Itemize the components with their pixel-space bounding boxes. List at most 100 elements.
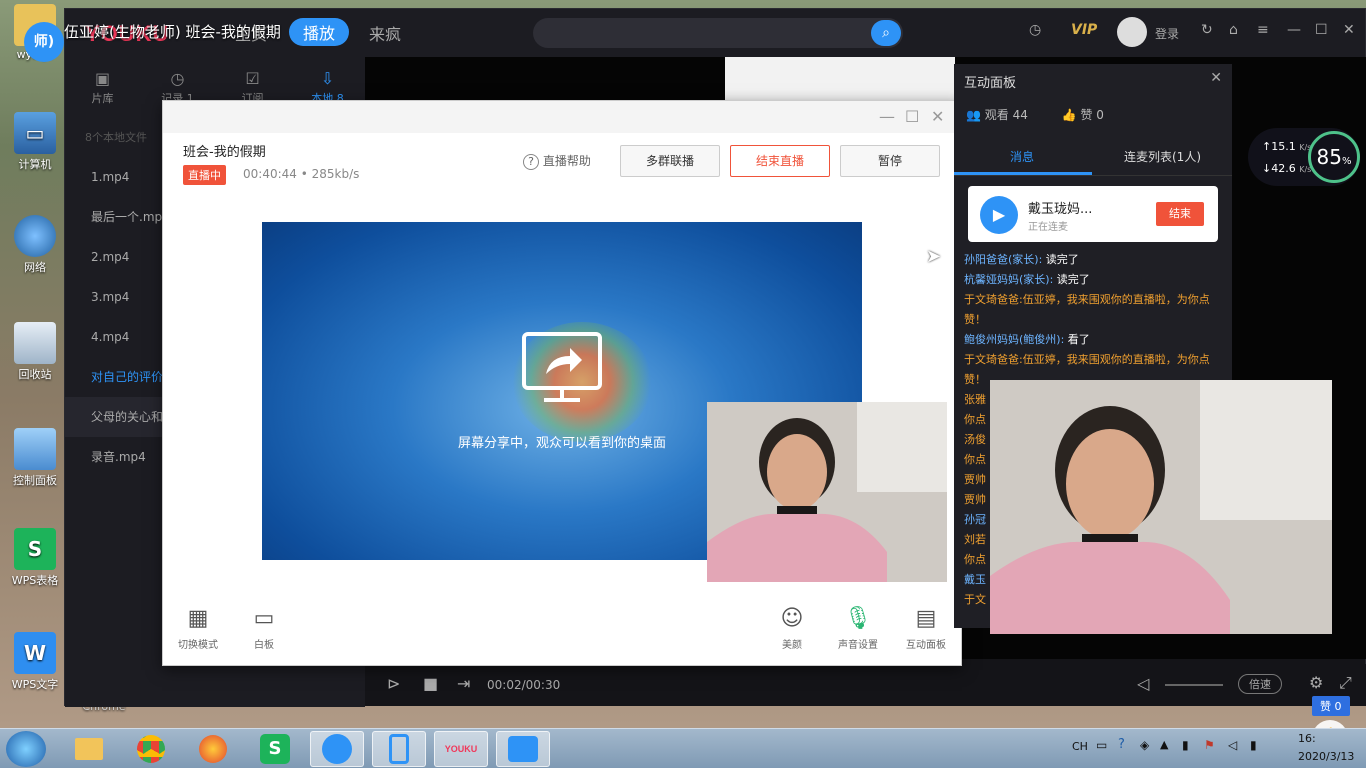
language-indicator[interactable]: CH: [1072, 740, 1088, 753]
volume-icon[interactable]: ◁: [1137, 674, 1149, 693]
screen-share-icon: [522, 332, 602, 402]
search-icon[interactable]: ⌕: [871, 20, 901, 46]
desktop-icon-network[interactable]: 网络: [6, 215, 64, 275]
tab-indicator: [954, 172, 1092, 175]
play-icon[interactable]: ⊳: [387, 674, 400, 693]
camera-main-view: [990, 380, 1332, 634]
keyboard-icon[interactable]: ▭: [1096, 738, 1107, 752]
desktop-icon-label: WPS表格: [11, 574, 59, 587]
whiteboard-tool[interactable]: ▭ 白板: [239, 606, 289, 651]
close-icon[interactable]: ✕: [931, 107, 944, 126]
pause-button[interactable]: 暂停: [840, 145, 940, 177]
recycle-bin-icon: [14, 322, 56, 364]
maximize-icon[interactable]: ☐: [1315, 22, 1328, 38]
switch-mode-tool[interactable]: ▦ 切换模式: [173, 606, 223, 651]
library-icon: ▣: [94, 69, 111, 88]
tv-taskbar-icon[interactable]: [496, 731, 550, 767]
search-input[interactable]: ⌕: [533, 18, 903, 48]
whiteboard-icon: ▭: [253, 606, 275, 631]
device-icon[interactable]: ▮: [1182, 738, 1189, 752]
vip-link[interactable]: VIP: [1071, 22, 1097, 38]
start-button[interactable]: [6, 731, 46, 767]
clock-time[interactable]: 16:: [1298, 732, 1316, 745]
question-icon: ?: [523, 154, 539, 170]
message-item: 杭馨娅妈妈(家长): 读完了: [964, 270, 1226, 290]
settings-icon[interactable]: ⚙: [1309, 673, 1323, 692]
taskbar: S YOUKU CH ▭ ? ◈ ▲ ▮ ⚑ ◁ ▮ 16: 2020/3/13: [0, 728, 1366, 768]
avatar[interactable]: [1117, 17, 1147, 47]
maximize-icon[interactable]: ☐: [905, 107, 919, 126]
like-icon: 👍: [1061, 108, 1077, 122]
wps-sheet-icon: S: [260, 734, 290, 764]
tab-mic-list[interactable]: 连麦列表(1人): [1124, 148, 1201, 165]
desktop-icon-wps-writer[interactable]: W WPS文字: [6, 632, 64, 692]
tab-play[interactable]: 播放: [289, 18, 350, 46]
subscribe-icon: ☑: [245, 69, 260, 88]
volume-slider[interactable]: [1165, 684, 1223, 686]
grid-icon: ▦: [187, 606, 209, 631]
youku-taskbar-icon[interactable]: YOUKU: [434, 731, 488, 767]
desktop-icon-control-panel[interactable]: 控制面板: [6, 428, 64, 488]
desktop-icon-label: 网络: [24, 261, 46, 274]
login-link[interactable]: 登录: [1155, 25, 1179, 42]
close-icon[interactable]: ✕: [1210, 70, 1222, 86]
network-icon[interactable]: ▮: [1250, 738, 1257, 752]
next-icon[interactable]: ⇥: [457, 674, 470, 693]
panel-tabs: 消息 连麦列表(1人): [954, 138, 1232, 176]
history-icon[interactable]: ◷: [1029, 22, 1041, 38]
close-icon[interactable]: ✕: [1343, 22, 1355, 38]
tray-icon[interactable]: ◈: [1140, 738, 1149, 752]
tab-messages[interactable]: 消息: [1010, 148, 1034, 165]
help-link[interactable]: ? 直播帮助: [523, 152, 591, 170]
tv-icon: [508, 736, 538, 762]
desktop-icon-recycle-bin[interactable]: 回收站: [6, 322, 64, 382]
interaction-panel-tool[interactable]: ▤ 互动面板: [901, 606, 951, 651]
skin-icon[interactable]: ⌂: [1229, 22, 1238, 38]
minimize-icon[interactable]: —: [879, 107, 895, 126]
tool-label: 美颜: [782, 640, 802, 651]
help-icon[interactable]: ?: [1118, 737, 1125, 752]
fullscreen-icon[interactable]: ⤢: [1339, 673, 1352, 693]
clock-date[interactable]: 2020/3/13: [1298, 750, 1354, 763]
menu-icon[interactable]: ≡: [1257, 22, 1269, 38]
message-author: 鲍俊州妈妈(鲍俊州):: [964, 333, 1065, 346]
feishu-taskbar-icon[interactable]: [310, 731, 364, 767]
multi-group-button[interactable]: 多群联播: [620, 145, 720, 177]
firefox-taskbar-icon[interactable]: [186, 731, 240, 767]
beauty-tool[interactable]: ☺ 美颜: [767, 606, 817, 651]
upload-value: 15.1: [1271, 140, 1296, 153]
chat-avatar[interactable]: 师): [24, 22, 64, 62]
tab-laifeng[interactable]: 来疯: [369, 21, 401, 45]
end-live-button[interactable]: 结束直播: [730, 145, 830, 177]
chat-bubble-icon: ▤: [915, 606, 937, 631]
desktop-icon-label: WPS文字: [11, 678, 59, 691]
tray-expand-icon[interactable]: ▲: [1160, 738, 1168, 751]
panel-title: 互动面板: [964, 76, 1017, 91]
wps-sheet-icon: S: [14, 528, 56, 570]
live-title: 班会-我的假期: [183, 145, 266, 160]
speed-button[interactable]: 倍速: [1238, 674, 1282, 694]
live-badge: 直播中: [183, 165, 226, 185]
stop-icon[interactable]: ■: [423, 674, 438, 693]
cpu-gauge: 85%: [1308, 131, 1360, 183]
chrome-taskbar-icon[interactable]: [124, 731, 178, 767]
elapsed-time: 00:40:44: [243, 167, 297, 181]
player-controls: ⊳ ■ ⇥ 00:02/00:30 ◁ 倍速 ⚙ ⤢: [365, 664, 1366, 706]
minimize-icon[interactable]: —: [1287, 22, 1301, 38]
audio-settings-tool[interactable]: 🎙 声音设置: [833, 606, 883, 651]
phone-taskbar-icon[interactable]: [372, 731, 426, 767]
refresh-icon[interactable]: ↻: [1201, 22, 1213, 38]
flag-icon[interactable]: ⚑: [1204, 738, 1215, 752]
chrome-icon: [137, 735, 165, 763]
explorer-taskbar-icon[interactable]: [62, 731, 116, 767]
camera-preview-small: [707, 402, 947, 582]
percent-sign: %: [1341, 156, 1352, 167]
end-mic-button[interactable]: 结束: [1156, 202, 1204, 226]
mic-name: 戴玉珑妈...: [1028, 202, 1093, 217]
nav-library[interactable]: ▣ 片库: [65, 57, 140, 117]
volume-icon[interactable]: ◁: [1228, 738, 1237, 752]
desktop-icon-wps-sheet[interactable]: S WPS表格: [6, 528, 64, 588]
desktop-icon-computer[interactable]: ▭ 计算机: [6, 112, 64, 172]
wps-taskbar-icon[interactable]: S: [248, 731, 302, 767]
desktop-icon-label: 回收站: [18, 368, 52, 381]
